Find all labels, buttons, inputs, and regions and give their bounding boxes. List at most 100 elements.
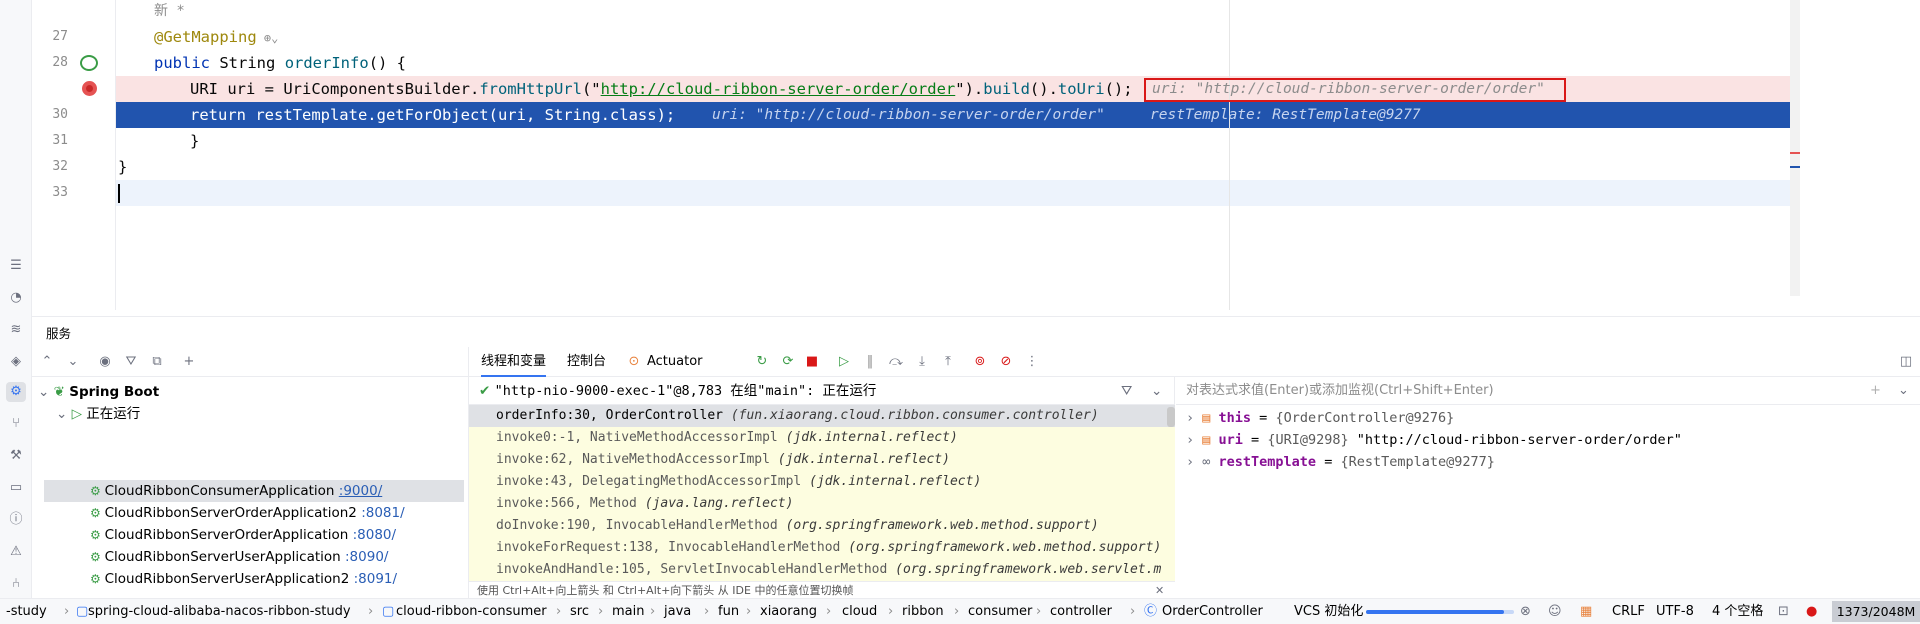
pause-icon[interactable]: ‖ (861, 353, 879, 371)
add-service-icon[interactable]: + (180, 353, 198, 371)
tab-actuator[interactable]: Actuator (647, 347, 703, 377)
step-into-icon[interactable]: ⤓ (913, 353, 931, 371)
breadcrumb-item[interactable]: src (570, 599, 589, 624)
tab-console[interactable]: 控制台 (567, 347, 606, 377)
memory-indicator[interactable]: 1373/2048M (1832, 601, 1920, 622)
stack-frame[interactable]: invoke0:-1, NativeMethodAccessorImpl (jd… (469, 427, 1175, 449)
code-editor[interactable]: 27 28 30 31 32 33 新 * @GetMapping ⊕⌄ pub… (32, 0, 1920, 310)
tree-app-4[interactable]: ⚙ CloudRibbonServerUserApplication2 :809… (90, 568, 397, 590)
globe-chevron-icon[interactable]: ⊕⌄ (257, 31, 278, 45)
terminal-icon[interactable]: ▭ (6, 478, 26, 498)
thread-selector[interactable]: ✔ "http-nio-9000-exec-1"@8,783 在组"main":… (469, 377, 1175, 405)
app-port-link[interactable]: :8080/ (353, 527, 396, 543)
restart-icon[interactable]: ⟳ (779, 353, 797, 371)
breadcrumb-item[interactable]: xiaorang (760, 599, 817, 624)
vcs-icon[interactable]: ⑃ (6, 574, 26, 594)
expand-all-icon[interactable]: ⌃ (38, 353, 56, 371)
thread-label: "http-nio-9000-exec-1"@8,783 在组"main": 正… (494, 383, 877, 399)
structure-icon[interactable]: ☰ (6, 256, 26, 276)
frames-scrollbar[interactable] (1167, 407, 1175, 427)
info-icon[interactable]: ⓘ (6, 510, 26, 530)
more-options-icon[interactable]: ⋮ (1023, 353, 1041, 371)
cancel-progress-icon[interactable]: ⊗ (1520, 599, 1531, 624)
breakpoint-icon[interactable] (82, 81, 97, 96)
build-icon[interactable]: ⚒ (6, 446, 26, 466)
variable-row-this[interactable]: › ▤ this = {OrderController@9276} (1176, 407, 1454, 429)
dashboard-icon[interactable]: ◔ (6, 288, 26, 308)
variable-row-resttemplate[interactable]: › ∞ restTemplate = {RestTemplate@9277} (1176, 451, 1495, 473)
line-separator[interactable]: CRLF (1612, 599, 1645, 624)
breadcrumb-item[interactable]: ribbon (902, 599, 944, 624)
breadcrumb-item[interactable]: cloud (842, 599, 877, 624)
git-icon[interactable]: ⑂ (6, 414, 26, 434)
vcs-status[interactable]: VCS 初始化 (1294, 599, 1363, 624)
collapse-all-icon[interactable]: ⌄ (64, 353, 82, 371)
var-eq: = (1242, 432, 1268, 448)
chevron-right-icon[interactable]: › (1186, 432, 1202, 448)
lock-icon[interactable]: ⊡ (1778, 599, 1789, 624)
tree-node-spring-boot[interactable]: ⌄ ❦ Spring Boot (38, 381, 159, 403)
editor-gutter[interactable]: 27 28 30 31 32 33 (32, 0, 116, 310)
breadcrumb-item[interactable]: -study (6, 599, 47, 624)
tree-app-0[interactable]: ⚙ CloudRibbonConsumerApplication :9000/ (90, 480, 382, 502)
breadcrumb-item[interactable]: OrderController (1162, 599, 1263, 624)
view-breakpoints-icon[interactable]: ⊚ (971, 353, 989, 371)
tree-app-1[interactable]: ⚙ CloudRibbonServerOrderApplication2 :80… (90, 502, 405, 524)
database-icon[interactable]: ≋ (6, 320, 26, 340)
tree-node-running[interactable]: ⌄ ▷ 正在运行 (56, 403, 140, 425)
frame-method: invokeForRequest:138, InvocableHandlerMe… (496, 540, 841, 555)
breadcrumb-item[interactable]: controller (1050, 599, 1112, 624)
eye-icon[interactable]: ◉ (96, 353, 114, 371)
stack-frame[interactable]: invoke:566, Method (java.lang.reflect) (469, 493, 1175, 515)
breadcrumb-item[interactable]: cloud-ribbon-consumer (396, 599, 547, 624)
run-endpoint-icon[interactable] (80, 55, 98, 71)
editor-scrollbar[interactable] (1790, 0, 1800, 296)
copilot-icon[interactable]: ☺ (1548, 599, 1562, 624)
url-link[interactable]: http://cloud-ribbon-server-order/order (601, 80, 956, 98)
chevron-right-icon[interactable]: › (1186, 454, 1202, 470)
chevron-down-icon[interactable]: ⌄ (1151, 377, 1162, 405)
layout-icon[interactable]: ◫ (1897, 353, 1915, 371)
app-port-link[interactable]: :8091/ (354, 571, 397, 587)
evaluate-expression-input[interactable]: 对表达式求值(Enter)或添加监视(Ctrl+Shift+Enter) + ⌄ (1176, 377, 1920, 405)
file-encoding[interactable]: UTF-8 (1656, 599, 1694, 624)
tree-app-3[interactable]: ⚙ CloudRibbonServerUserApplication :8090… (90, 546, 388, 568)
stack-frame[interactable]: invoke:43, DelegatingMethodAccessorImpl … (469, 471, 1175, 493)
chevron-right-icon[interactable]: › (1186, 410, 1202, 426)
services-tree[interactable]: ⌄ ❦ Spring Boot ⌄ ▷ 正在运行 ⚙ CloudRibbonCo… (32, 377, 468, 599)
app-port-link[interactable]: :9000/ (339, 483, 382, 499)
filter-icon[interactable]: ⛛ (122, 353, 140, 371)
add-watch-icon[interactable]: + (1870, 377, 1881, 405)
variable-row-uri[interactable]: › ▤ uri = {URI@9298} "http://cloud-ribbo… (1176, 429, 1682, 451)
breadcrumb-item[interactable]: fun (718, 599, 739, 624)
app-port-link[interactable]: :8081/ (361, 505, 404, 521)
breadcrumb-item[interactable]: java (664, 599, 691, 624)
tab-threads-vars[interactable]: 线程和变量 (481, 347, 547, 377)
stack-frame[interactable]: doInvoke:190, InvocableHandlerMethod (or… (469, 515, 1175, 537)
stop-icon[interactable]: ■ (803, 353, 821, 371)
filter-icon[interactable]: ⛛ (1121, 377, 1132, 405)
services-icon[interactable]: ⚙ (6, 382, 26, 402)
plugin-icon[interactable]: ▦ (1580, 599, 1592, 624)
rerun-icon[interactable]: ↻ (753, 353, 771, 371)
var-ref: {URI@9298} (1267, 432, 1349, 448)
layers-icon[interactable]: ◈ (6, 352, 26, 372)
chevron-down-icon[interactable]: ⌄ (1898, 377, 1909, 405)
problems-icon[interactable]: ⚠ (6, 542, 26, 562)
stack-frame[interactable]: invokeForRequest:138, InvocableHandlerMe… (469, 537, 1175, 559)
mute-breakpoints-icon[interactable]: ⊘ (997, 353, 1015, 371)
app-port-link[interactable]: :8090/ (345, 549, 388, 565)
tree-app-2[interactable]: ⚙ CloudRibbonServerOrderApplication :808… (90, 524, 396, 546)
resume-icon[interactable]: ▷ (835, 353, 853, 371)
indent-setting[interactable]: 4 个空格 (1712, 599, 1763, 624)
new-tab-icon[interactable]: ⧉ (148, 353, 166, 371)
step-over-icon[interactable]: ⤼ (887, 353, 905, 371)
stack-frame[interactable]: invokeAndHandle:105, ServletInvocableHan… (469, 559, 1175, 581)
error-icon[interactable]: ● (1806, 599, 1817, 624)
breadcrumb-item[interactable]: spring-cloud-alibaba-nacos-ribbon-study (88, 599, 351, 624)
breadcrumb-item[interactable]: main (612, 599, 644, 624)
step-out-icon[interactable]: ⤒ (939, 353, 957, 371)
stack-frame[interactable]: invoke:62, NativeMethodAccessorImpl (jdk… (469, 449, 1175, 471)
breadcrumb-item[interactable]: consumer (968, 599, 1032, 624)
stack-frame[interactable]: orderInfo:30, OrderController (fun.xiaor… (469, 405, 1175, 427)
